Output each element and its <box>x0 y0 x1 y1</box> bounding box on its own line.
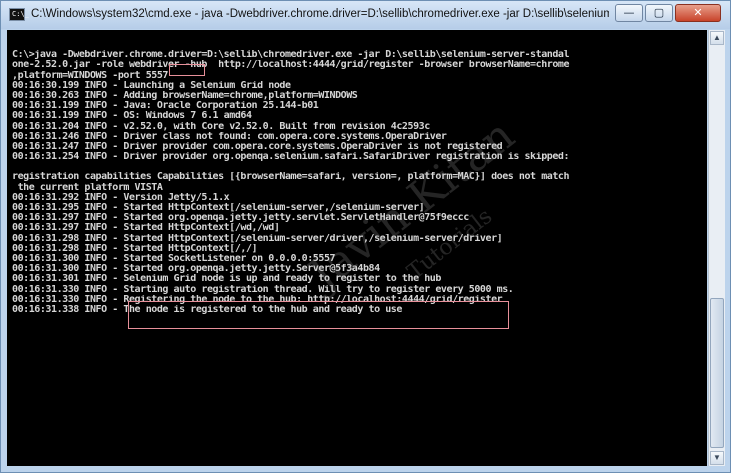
registered-message-highlight-box <box>128 301 509 329</box>
console-line: 00:16:31.204 INFO - v2.52.0, with Core v… <box>12 121 430 132</box>
console-line: 00:16:31.199 INFO - OS: Windows 7 6.1 am… <box>12 111 252 122</box>
console-line: 00:16:31.330 INFO - Starting auto regist… <box>12 284 514 295</box>
console-line: 00:16:31.298 INFO - Started HttpContext[… <box>12 243 258 254</box>
window-title: C:\Windows\system32\cmd.exe - java -Dweb… <box>31 8 609 20</box>
scroll-down-button[interactable]: ▼ <box>710 451 724 465</box>
console-line: 00:16:31.292 INFO - Version Jetty/5.1.x <box>12 192 230 203</box>
console-line: the current platform VISTA <box>12 182 163 193</box>
console-line: C:\>java -Dwebdriver.chrome.driver=D:\se… <box>12 50 570 61</box>
console-line: 00:16:31.297 INFO - Started HttpContext[… <box>12 223 280 234</box>
console-line: 00:16:31.246 INFO - Driver class not fou… <box>12 131 447 142</box>
console-line: registration capabilities Capabilities [… <box>12 172 570 183</box>
scroll-thumb[interactable] <box>710 298 724 448</box>
maximize-button[interactable]: ▢ <box>645 4 673 22</box>
close-button[interactable]: ✕ <box>675 4 721 22</box>
cmd-icon-glyph: C:\_ <box>12 10 29 18</box>
cmd-window: C:\_ C:\Windows\system32\cmd.exe - java … <box>0 0 731 473</box>
title-bar[interactable]: C:\_ C:\Windows\system32\cmd.exe - java … <box>1 1 730 29</box>
console-line: 00:16:31.199 INFO - Java: Oracle Corpora… <box>12 101 319 112</box>
console-line: 00:16:31.297 INFO - Started org.openqa.j… <box>12 213 469 224</box>
console-line: 00:16:31.301 INFO - Selenium Grid node i… <box>12 274 441 285</box>
console-line: 00:16:31.298 INFO - Started HttpContext[… <box>12 233 503 244</box>
cmd-app-icon[interactable]: C:\_ <box>9 8 29 21</box>
console-line: one-2.52.0.jar -role webdriver -hub http… <box>12 60 570 71</box>
console-output[interactable]: C:\>java -Dwebdriver.chrome.driver=D:\se… <box>7 30 707 466</box>
console-line: 00:16:30.199 INFO - Launching a Selenium… <box>12 80 291 91</box>
port-highlight-box <box>169 64 205 76</box>
minimize-button[interactable]: — <box>615 4 643 22</box>
console-line: 00:16:31.247 INFO - Driver provider com.… <box>12 141 503 152</box>
console-line: 00:16:31.300 INFO - Started SocketListen… <box>12 253 336 264</box>
console-line: 00:16:30.263 INFO - Adding browserName=c… <box>12 90 358 101</box>
console-line: 00:16:31.254 INFO - Driver provider org.… <box>12 152 570 163</box>
vertical-scrollbar[interactable]: ▲ ▼ <box>708 30 725 466</box>
console-line: 00:16:31.300 INFO - Started org.openqa.j… <box>12 264 380 275</box>
console-line: ,platform=WINDOWS -port 5557 <box>12 70 168 81</box>
console-lines: C:\>java -Dwebdriver.chrome.driver=D:\se… <box>12 40 705 315</box>
console-line: 00:16:31.295 INFO - Started HttpContext[… <box>12 203 425 213</box>
scroll-up-button[interactable]: ▲ <box>710 31 724 45</box>
